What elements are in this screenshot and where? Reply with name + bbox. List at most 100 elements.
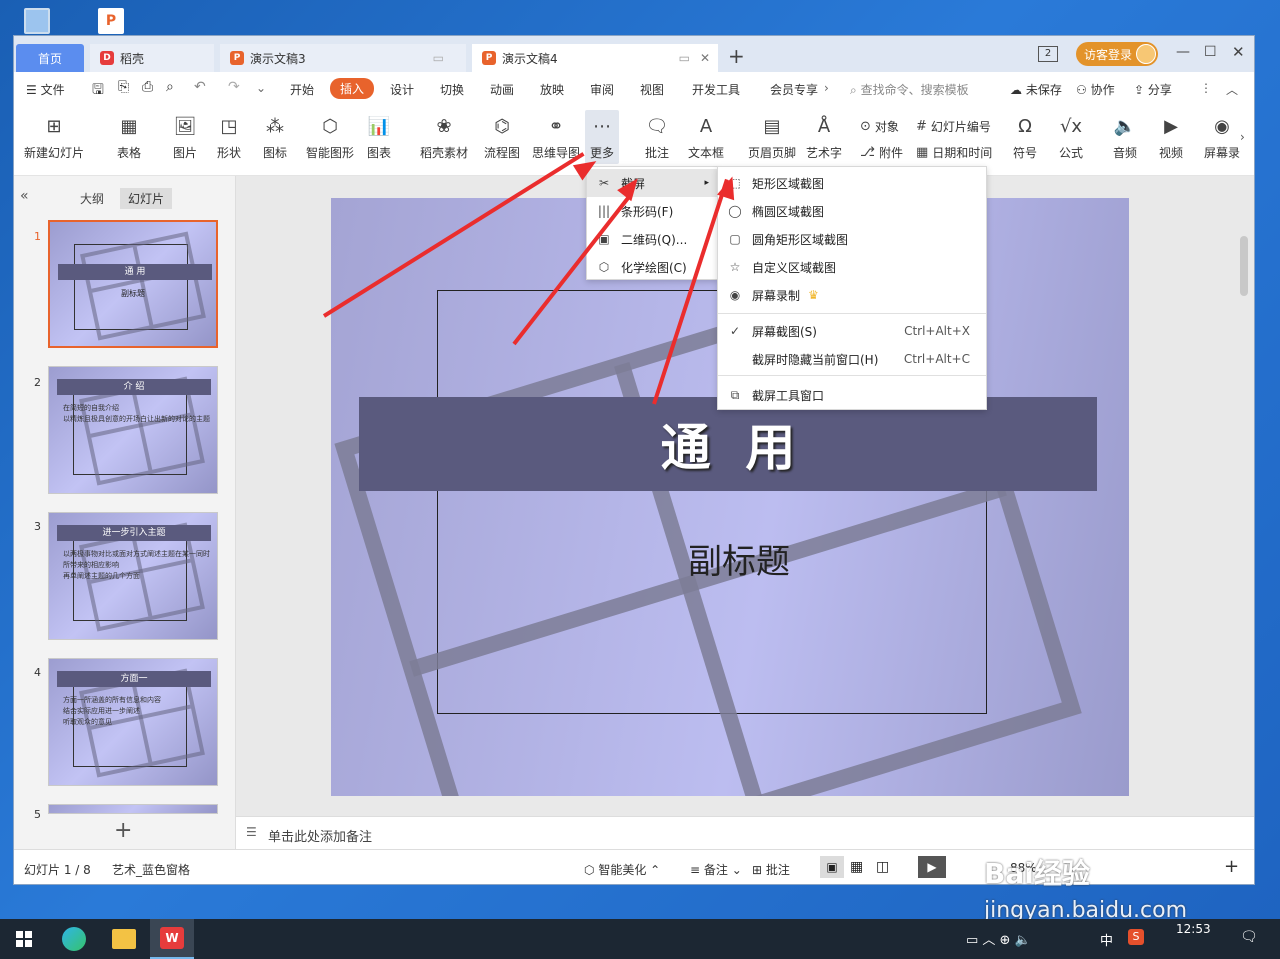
customize-icon[interactable]: ⌄ <box>256 81 266 95</box>
symbol-button[interactable]: Ω 符号 <box>1012 114 1038 161</box>
comment-button[interactable]: 🗨 批注 <box>644 114 670 161</box>
menu-item-qrcode[interactable]: ▣ 二维码(Q)... <box>587 225 717 253</box>
explorer-icon[interactable] <box>112 929 136 949</box>
menu-item-roundrect-capture[interactable]: ▢ 圆角矩形区域截图 <box>718 225 986 253</box>
login-button[interactable]: 访客登录 <box>1076 42 1158 66</box>
collapse-ribbon-icon[interactable]: ︿ <box>1226 81 1238 98</box>
slide-thumb-1[interactable]: 通 用 副标题 <box>48 220 218 348</box>
menu-insert[interactable]: 插入 <box>330 78 375 99</box>
comment-toggle[interactable]: ⊞ 批注 <box>752 861 790 878</box>
slide-thumb-5[interactable] <box>48 804 218 814</box>
minimize-icon[interactable]: — <box>1176 44 1190 60</box>
wordart-button[interactable]: Å 艺术字 <box>806 114 842 161</box>
menu-slideshow[interactable]: 放映 <box>540 81 564 98</box>
menu-developer[interactable]: 开发工具 <box>692 81 740 98</box>
slide-thumb-2[interactable]: 介 绍 在简短的自我介绍 以精炼且极具创意的开场白让出新的对论的主题 <box>48 366 218 494</box>
screen-record-button[interactable]: ◉ 屏幕录 <box>1204 114 1240 161</box>
ime-indicator[interactable]: 中 <box>1100 930 1113 949</box>
dk-material-button[interactable]: ❀ 稻壳素材 <box>420 114 468 161</box>
beautify-button[interactable]: ⬡ 智能美化 ⌃ <box>584 861 660 878</box>
slide-thumb-4[interactable]: 方面一 方面一所涵盖的所有信息和内容 结合实际应用进一步阐述 听取观众的意见 <box>48 658 218 786</box>
desktop-wps-icon[interactable]: P <box>98 8 124 34</box>
more-vertical-icon[interactable]: ⋮ <box>1200 81 1212 95</box>
desktop-computer-icon[interactable] <box>24 8 50 34</box>
edge-icon[interactable] <box>62 927 86 951</box>
tray-icons[interactable]: ▭ ︿ ⊕ 🔈 <box>966 929 1031 948</box>
picture-button[interactable]: 🖼 图片 <box>172 114 198 161</box>
icon-button[interactable]: ⁂ 图标 <box>262 114 288 161</box>
chart-button[interactable]: 📊 图表 <box>366 114 392 161</box>
formula-button[interactable]: √x 公式 <box>1058 114 1084 161</box>
table-button[interactable]: ▦ 表格 <box>116 114 142 161</box>
tab-slides[interactable]: 幻灯片 <box>120 188 173 209</box>
notes-toggle[interactable]: ≡ 备注 ⌄ <box>690 861 742 878</box>
mindmap-button[interactable]: ⚭ 思维导图 <box>532 114 580 161</box>
menu-item-custom-capture[interactable]: ☆ 自定义区域截图 <box>718 253 986 281</box>
menu-start[interactable]: 开始 <box>290 81 314 98</box>
print-icon[interactable]: ⎙ <box>142 79 153 95</box>
maximize-icon[interactable]: ☐ <box>1204 44 1217 60</box>
grid-view-icon[interactable]: ▦ <box>850 859 863 875</box>
preview-icon[interactable]: ⌕ <box>166 79 174 95</box>
undo-icon[interactable]: ↶ <box>194 79 206 95</box>
close-icon[interactable]: ✕ <box>700 51 710 65</box>
share-button[interactable]: ⇪ 分享 <box>1134 81 1172 98</box>
slide-thumb-3[interactable]: 进一步引入主题 以两极事物对比或面对方式阐述主题在某一同时所带来的相应影响 再单阐… <box>48 512 218 640</box>
vertical-scrollbar[interactable] <box>1240 236 1248 296</box>
collab-button[interactable]: ⚇ 协作 <box>1076 81 1115 98</box>
smart-shape-button[interactable]: ⬡ 智能图形 <box>306 114 354 161</box>
tab-doc4[interactable]: P 演示文稿4 ▭ ✕ <box>472 44 718 72</box>
menu-item-capture-tool[interactable]: ⧉ 截屏工具窗口 <box>718 381 986 409</box>
menu-design[interactable]: 设计 <box>390 81 414 98</box>
clock[interactable]: 12:53 <box>1176 922 1211 936</box>
menu-review[interactable]: 审阅 <box>590 81 614 98</box>
save-icon[interactable]: 🖫 <box>92 79 104 103</box>
flowchart-button[interactable]: ⌬ 流程图 <box>484 114 520 161</box>
export-icon[interactable]: ⎘ <box>118 79 129 95</box>
sogou-icon[interactable]: S <box>1128 929 1144 945</box>
menu-member[interactable]: 会员专享 <box>770 81 818 98</box>
shape-button[interactable]: ◳ 形状 <box>216 114 242 161</box>
slide-subtitle[interactable]: 副标题 <box>331 534 1129 583</box>
wps-taskbar-icon[interactable]: W <box>150 919 194 959</box>
ribbon-scroll-right-icon[interactable]: › <box>1240 130 1245 144</box>
menu-item-hide-window[interactable]: 截屏时隐藏当前窗口(H) Ctrl+Alt+C <box>718 345 986 373</box>
menu-item-screen-capture[interactable]: ✓ 屏幕截图(S) Ctrl+Alt+X <box>718 317 986 345</box>
new-slide-button[interactable]: ⊞ 新建幻灯片 <box>24 114 84 161</box>
attachment-button[interactable]: ⎇ 附件 <box>860 144 903 161</box>
chevron-right-icon[interactable]: › <box>824 81 829 95</box>
redo-icon[interactable]: ↷ <box>228 79 240 95</box>
zoom-in-icon[interactable]: + <box>1224 856 1239 877</box>
unsaved-button[interactable]: ☁ 未保存 <box>1010 81 1062 98</box>
notification-icon[interactable]: 🗨 <box>1240 929 1258 945</box>
theme-name[interactable]: 艺术_蓝色窗格 <box>112 861 190 878</box>
slide-number-button[interactable]: # 幻灯片编号 <box>916 118 991 135</box>
header-footer-button[interactable]: ▤ 页眉页脚 <box>748 114 796 161</box>
tab-daoke[interactable]: D 稻壳 <box>90 44 214 72</box>
page-badge[interactable]: 2 <box>1038 46 1058 62</box>
notes-pane[interactable]: ☰ 单击此处添加备注 <box>236 816 1254 849</box>
play-button[interactable]: ▶ <box>918 856 946 878</box>
collapse-panel-icon[interactable]: « <box>20 188 29 204</box>
menu-item-ellipse-capture[interactable]: ◯ 椭圆区域截图 <box>718 197 986 225</box>
reading-view-icon[interactable]: ◫ <box>876 859 889 875</box>
menu-item-screenshot[interactable]: ✂ 截屏 ▸ <box>587 169 717 197</box>
tab-doc3[interactable]: P 演示文稿3 ▭ <box>220 44 466 72</box>
datetime-button[interactable]: ▦ 日期和时间 <box>916 144 992 161</box>
add-tab-icon[interactable]: + <box>728 44 745 68</box>
textbox-button[interactable]: A 文本框 <box>688 114 724 161</box>
window-icon[interactable]: ▭ <box>433 51 444 65</box>
title-band[interactable]: 通 用 <box>359 397 1097 491</box>
close-window-icon[interactable]: ✕ <box>1232 43 1245 61</box>
file-menu[interactable]: ☰ 文件 <box>26 81 65 98</box>
window-icon[interactable]: ▭ <box>679 51 690 65</box>
video-button[interactable]: ▶ 视频 <box>1158 114 1184 161</box>
menu-item-rect-capture[interactable]: ⬚ 矩形区域截图 <box>718 169 986 197</box>
menu-view[interactable]: 视图 <box>640 81 664 98</box>
audio-button[interactable]: 🔈 音频 <box>1112 114 1138 161</box>
menu-transition[interactable]: 切换 <box>440 81 464 98</box>
windows-start-icon[interactable] <box>16 931 32 947</box>
menu-item-screen-record[interactable]: ◉ 屏幕录制 ♛ <box>718 281 986 309</box>
menu-animation[interactable]: 动画 <box>490 81 514 98</box>
add-slide-icon[interactable]: + <box>114 818 132 843</box>
